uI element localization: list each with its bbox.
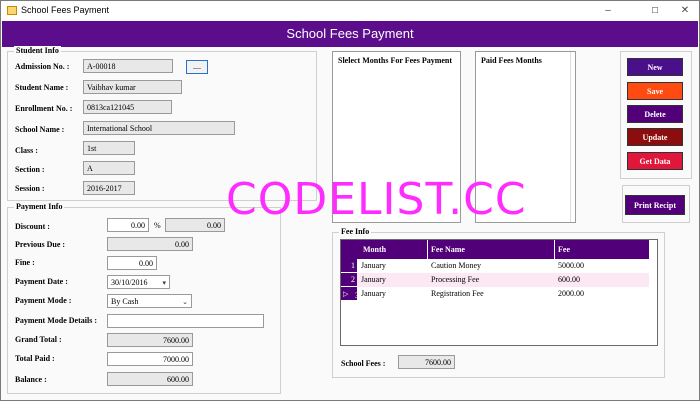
admission-no-field[interactable]: A-00018 [83,59,173,73]
update-button[interactable]: Update [627,128,683,146]
new-button[interactable]: New [627,58,683,76]
maximize-button[interactable]: ☐ [643,3,667,19]
school-name-field[interactable]: International School [83,121,235,135]
paid-months-header: Paid Fees Months [481,56,542,65]
cell-month: January [361,275,386,284]
grand-total-field[interactable]: 7600.00 [107,333,193,347]
column-fee[interactable]: Fee [558,245,570,254]
balance-label: Balance : [15,375,47,384]
select-months-header: Slelect Months For Fees Payment [338,56,453,65]
payment-mode-details-field[interactable] [107,314,264,328]
student-name-label: Student Name : [15,83,69,92]
discount-percent-field[interactable]: 0.00 [107,218,149,232]
previous-due-field[interactable]: 0.00 [107,237,193,251]
percent-sign: % [154,221,161,230]
close-button[interactable]: ✕ [673,3,697,19]
school-fees-label: School Fees : [341,359,386,368]
fee-info-legend: Fee Info [339,227,372,236]
total-paid-field[interactable]: 7000.00 [107,352,193,366]
table-row[interactable]: 2 January Processing Fee 600.00 [341,273,649,287]
section-field[interactable]: A [83,161,135,175]
class-field[interactable]: 1st [83,141,135,155]
session-field[interactable]: 2016-2017 [83,181,135,195]
class-label: Class : [15,146,38,155]
save-button[interactable]: Save [627,82,683,100]
table-row[interactable]: 1 January Caution Money 5000.00 [341,259,649,273]
discount-amount-field[interactable]: 0.00 [165,218,225,232]
app-icon [7,6,17,15]
enrollment-no-field[interactable]: 0813ca121045 [83,100,172,114]
page-header: School Fees Payment [2,21,698,47]
fine-label: Fine : [15,258,35,267]
balance-field[interactable]: 600.00 [107,372,193,386]
current-row-arrow-icon: ▷ [343,290,349,298]
calendar-dropdown-icon[interactable]: ▾ [162,279,166,287]
cell-fee-name: Caution Money [431,261,481,270]
school-name-label: School Name : [15,125,65,134]
row-number: 2 [341,273,357,287]
enrollment-no-label: Enrollment No. : [15,104,73,113]
get-data-button[interactable]: Get Data [627,152,683,170]
app-window: School Fees Payment – ☐ ✕ School Fees Pa… [0,0,700,401]
cell-fee: 600.00 [558,275,580,284]
cell-fee: 5000.00 [558,261,584,270]
payment-mode-label: Payment Mode : [15,296,72,305]
cell-fee-name: Processing Fee [431,275,480,284]
student-name-field[interactable]: Vaibhav kumar [83,80,182,94]
payment-date-label: Payment Date : [15,277,68,286]
cell-month: January [361,289,386,298]
minimize-button[interactable]: – [596,3,620,19]
section-label: Section : [15,165,45,174]
grand-total-label: Grand Total : [15,335,62,344]
cell-fee-name: Registration Fee [431,289,484,298]
discount-label: Discount : [15,222,50,231]
session-label: Session : [15,184,45,193]
previous-due-label: Previous Due : [15,240,66,249]
cell-month: January [361,261,386,270]
row-number: ▷ 3 [341,287,359,301]
cell-fee: 2000.00 [558,289,584,298]
print-receipt-button[interactable]: Print Recipt [625,195,685,215]
total-paid-label: Total Paid : [15,354,55,363]
school-fees-field[interactable]: 7600.00 [398,355,455,369]
title-bar: School Fees Payment – ☐ ✕ [1,1,699,21]
delete-button[interactable]: Delete [627,105,683,123]
table-row[interactable]: ▷ 3 January Registration Fee 2000.00 [341,287,649,301]
payment-mode-select[interactable]: By Cash ⌄ [107,294,192,308]
fee-table-header: Month Fee Name Fee [341,240,649,259]
fine-field[interactable]: 0.00 [107,256,157,270]
column-month[interactable]: Month [363,245,386,254]
student-info-legend: Student Info [14,46,61,55]
chevron-down-icon[interactable]: ⌄ [182,298,188,306]
browse-button[interactable]: .... [186,60,208,74]
payment-date-value: 30/10/2016 [111,278,148,287]
payment-info-legend: Payment Info [14,202,65,211]
row-number: 1 [341,259,357,273]
fee-table[interactable]: Month Fee Name Fee 1 January Caution Mon… [340,239,658,346]
payment-mode-value: By Cash [111,297,139,306]
payment-date-picker[interactable]: 30/10/2016 ▾ [107,275,170,289]
window-title: School Fees Payment [21,5,110,15]
admission-no-label: Admission No. : [15,62,70,71]
column-fee-name[interactable]: Fee Name [431,245,465,254]
watermark: CODELIST.CC [226,174,527,225]
payment-mode-details-label: Payment Mode Details : [15,316,97,325]
